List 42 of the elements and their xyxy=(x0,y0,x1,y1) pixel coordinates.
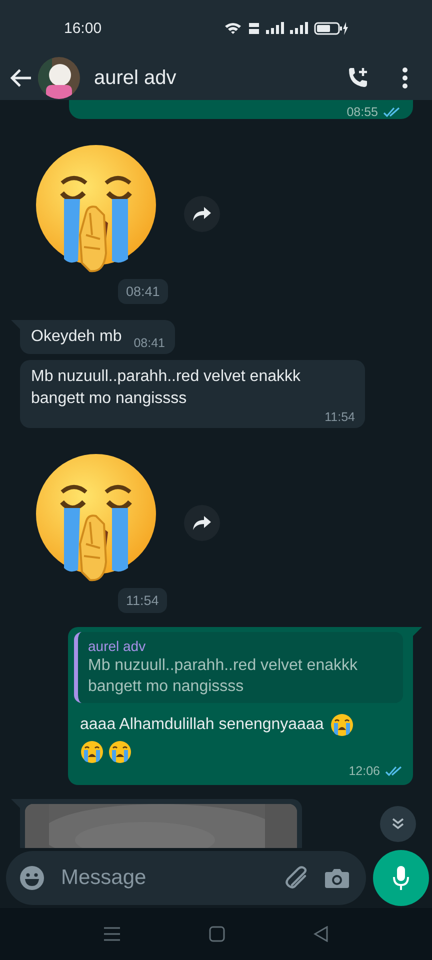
crying-face-sticker[interactable] xyxy=(34,143,158,275)
wifi-icon xyxy=(224,22,242,34)
crying-emoji-icon xyxy=(330,713,354,737)
message-time: 11:54 xyxy=(324,410,355,424)
emoji-icon[interactable] xyxy=(19,865,45,891)
message-bubble[interactable]: Mb nuzuull..parahh..red velvet enakkk bangett mo nangissss 11:54 xyxy=(20,360,365,428)
message-text: Okeydeh mb xyxy=(31,327,122,347)
microphone-icon xyxy=(392,865,410,891)
recent-apps-icon[interactable] xyxy=(103,926,121,942)
scroll-down-button[interactable] xyxy=(380,806,416,842)
signal-icon xyxy=(266,22,284,34)
avatar[interactable] xyxy=(38,57,80,99)
forward-icon xyxy=(192,206,212,222)
battery-charging-icon xyxy=(314,22,348,34)
camera-icon[interactable] xyxy=(324,866,350,890)
message-text: Mb nuzuull..parahh..red velvet enakkk bangett mo nangissss xyxy=(31,367,302,409)
back-arrow-icon[interactable] xyxy=(10,68,32,88)
message-input-field[interactable]: Message xyxy=(6,851,366,905)
home-icon[interactable] xyxy=(209,926,225,942)
quote-text: Mb nuzuull..parahh..red velvet enakkk bangett mo nangissss xyxy=(88,656,358,697)
message-time: 12:06 xyxy=(348,764,380,778)
message-bubble[interactable]: 08:55 xyxy=(69,100,413,119)
forward-button[interactable] xyxy=(184,196,220,232)
quote-author: aurel adv xyxy=(88,637,147,655)
message-text: aaaa Alhamdulillah senengnyaaaa xyxy=(80,715,324,735)
message-time: 08:55 xyxy=(346,105,378,119)
signal-icon xyxy=(290,22,308,34)
message-time: 08:41 xyxy=(118,279,168,304)
add-call-icon[interactable] xyxy=(346,66,370,90)
quoted-message[interactable]: aurel adv Mb nuzuull..parahh..red velvet enakkk bangett mo nangissss xyxy=(74,632,403,703)
crying-emoji-icon xyxy=(108,740,132,764)
crying-face-sticker[interactable] xyxy=(34,452,158,584)
message-input[interactable]: Message xyxy=(59,865,270,891)
forward-icon xyxy=(192,515,212,531)
crying-emoji-icon xyxy=(80,740,104,764)
message-time: 08:41 xyxy=(134,336,165,350)
status-time: 16:00 xyxy=(64,20,102,36)
back-icon[interactable] xyxy=(313,926,329,942)
forward-button[interactable] xyxy=(184,505,220,541)
more-options-icon[interactable] xyxy=(402,67,408,89)
message-time: 11:54 xyxy=(118,588,167,613)
double-chevron-down-icon xyxy=(391,817,405,831)
